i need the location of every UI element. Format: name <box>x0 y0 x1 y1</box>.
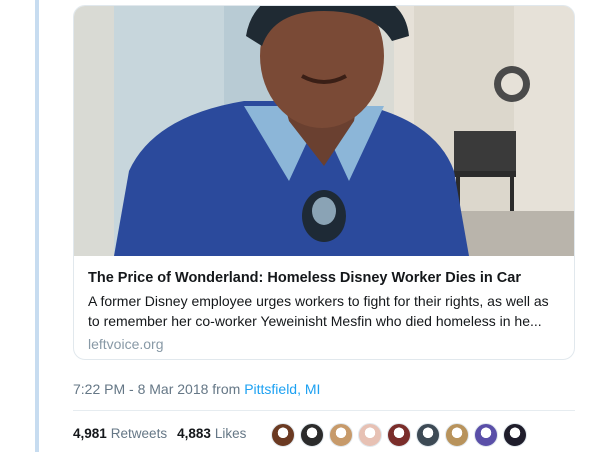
retweets-stat[interactable]: 4,981 Retweets <box>73 426 167 441</box>
likes-label: Likes <box>214 426 247 441</box>
retweets-label: Retweets <box>110 426 168 441</box>
location-link[interactable]: Pittsfield, MI <box>244 381 320 397</box>
card-text[interactable]: The Price of Wonderland: Homeless Disney… <box>88 268 560 354</box>
divider <box>73 410 575 411</box>
liker-avatar[interactable] <box>271 423 295 447</box>
liker-avatar[interactable] <box>329 423 353 447</box>
tweet-stats: 4,981 Retweets 4,883 Likes <box>73 426 256 441</box>
tweet-timestamp[interactable]: 7:22 PM - 8 Mar 2018 <box>73 381 208 397</box>
retweets-count: 4,981 <box>73 426 107 441</box>
liker-avatar[interactable] <box>358 423 382 447</box>
liker-avatars <box>271 423 532 447</box>
card-photo <box>74 6 574 256</box>
liker-avatar[interactable] <box>416 423 440 447</box>
card-title[interactable]: The Price of Wonderland: Homeless Disney… <box>88 268 560 288</box>
link-preview-card[interactable]: The Price of Wonderland: Homeless Disney… <box>73 5 575 360</box>
likes-count: 4,883 <box>177 426 211 441</box>
tweet-metadata: 7:22 PM - 8 Mar 2018 from Pittsfield, MI <box>73 381 320 397</box>
liker-avatar[interactable] <box>387 423 411 447</box>
card-description: A former Disney employee urges workers t… <box>88 293 549 329</box>
liker-avatar[interactable] <box>445 423 469 447</box>
likes-stat[interactable]: 4,883 Likes <box>177 426 246 441</box>
from-label: from <box>212 381 241 397</box>
liker-avatar[interactable] <box>474 423 498 447</box>
liker-avatar[interactable] <box>503 423 527 447</box>
card-image[interactable] <box>74 6 574 256</box>
card-domain: leftvoice.org <box>88 336 164 352</box>
liker-avatar[interactable] <box>300 423 324 447</box>
thread-line <box>35 0 39 452</box>
